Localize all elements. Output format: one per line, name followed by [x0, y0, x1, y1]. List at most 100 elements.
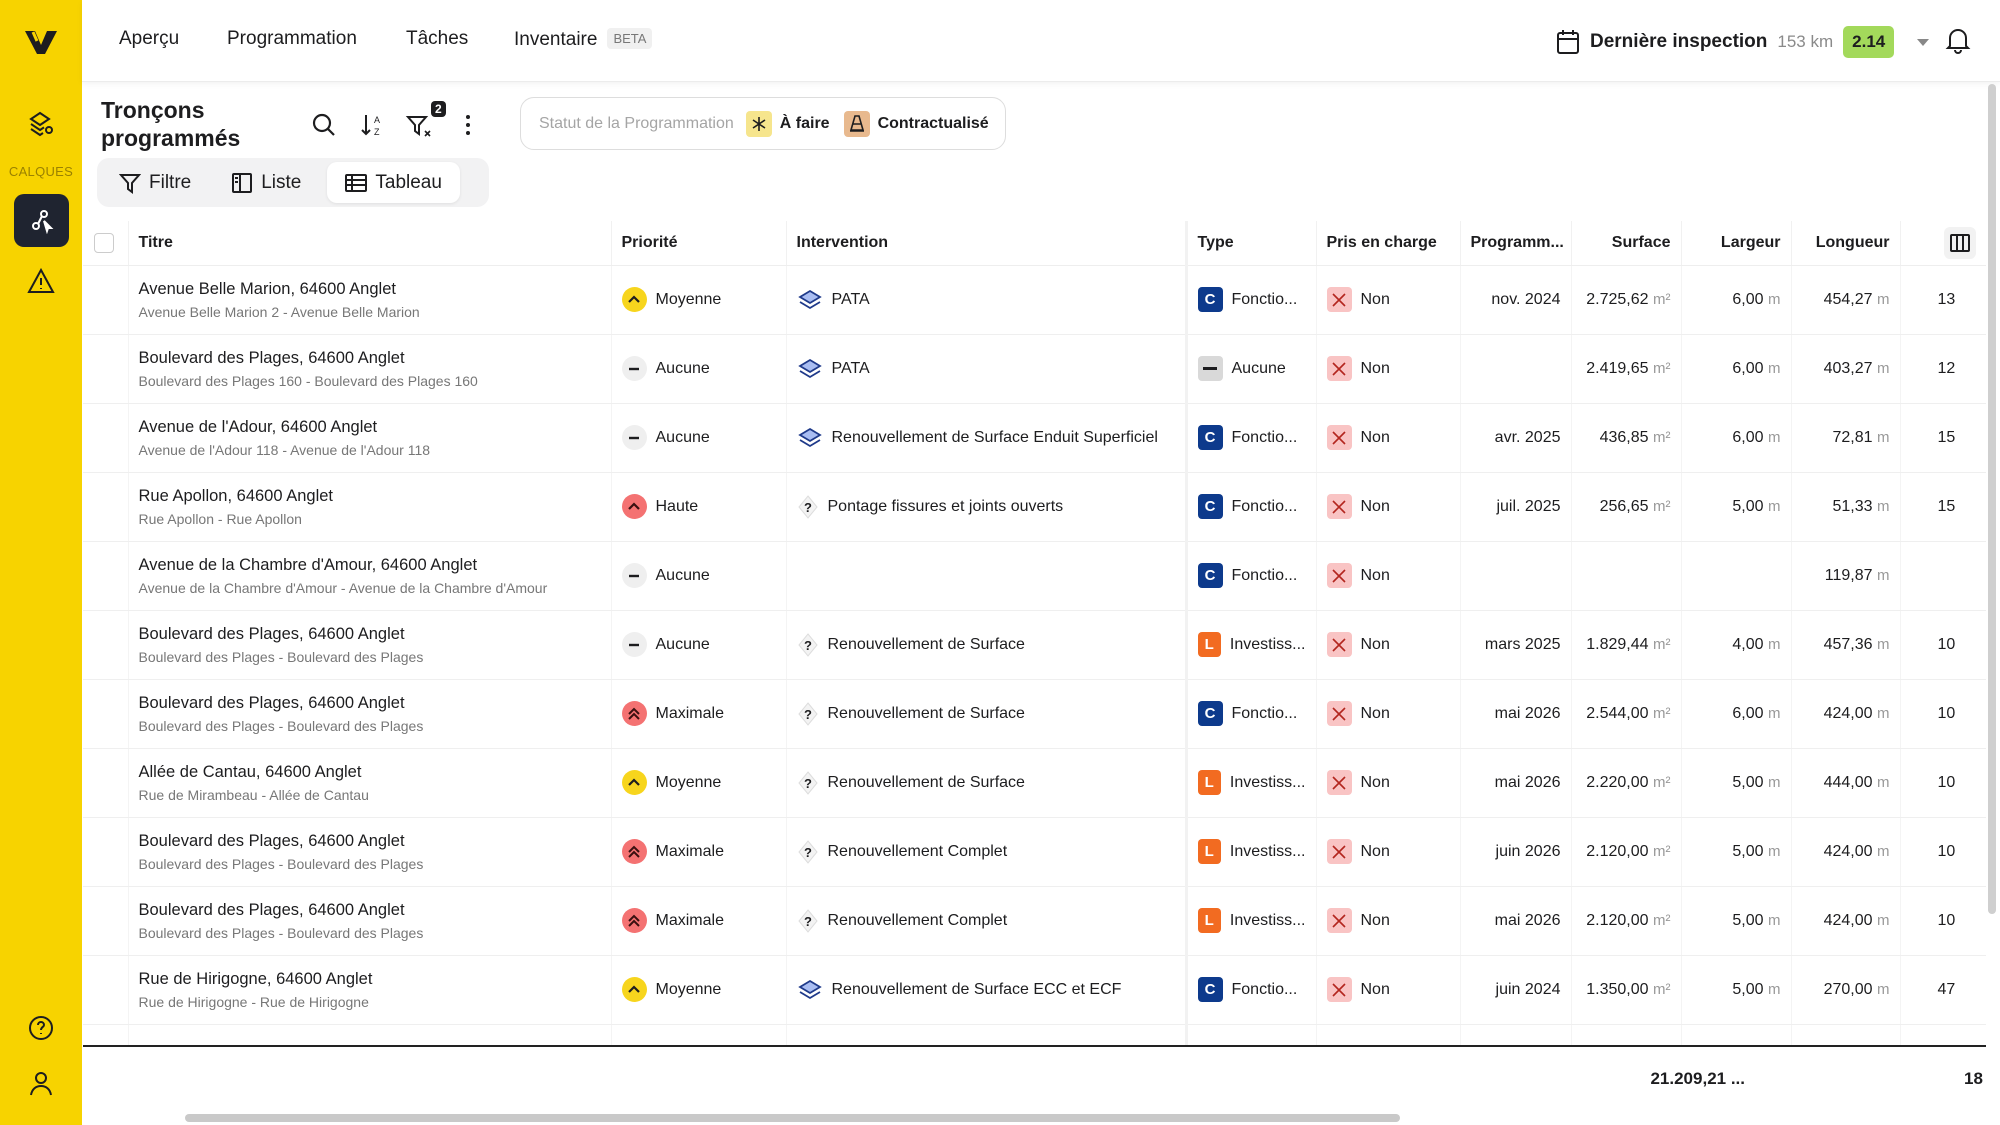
col-pris-en-charge[interactable]: Pris en charge	[1315, 221, 1460, 266]
view-tableau[interactable]: Tableau	[327, 162, 460, 203]
table-row[interactable]: Rue de Quessel, 64600 AngletMaximale L	[83, 1024, 1986, 1046]
row-subtitle: Rue Apollon - Rue Apollon	[138, 510, 302, 527]
view-filtre[interactable]: Filtre	[101, 162, 209, 203]
filter-clear-icon[interactable]: 2	[405, 101, 446, 140]
priority-cell: Aucune	[610, 403, 786, 473]
table-row[interactable]: Avenue Belle Marion, 64600 Anglet Avenue …	[83, 265, 1986, 335]
help-icon[interactable]	[21, 1008, 61, 1048]
status-filter[interactable]: Statut de la Programmation À faire Contr…	[520, 97, 1006, 150]
column-settings-icon[interactable]	[1944, 227, 1976, 259]
caret-down-icon[interactable]	[1912, 36, 1934, 48]
col-longueur[interactable]: Longueur	[1790, 221, 1900, 266]
extra-cell: 15	[1899, 403, 1986, 473]
table-row[interactable]: Boulevard des Plages, 64600 Anglet Boulev…	[83, 679, 1986, 749]
col-programmation[interactable]: Programm...	[1459, 221, 1571, 266]
longueur-value: 72,81	[1832, 428, 1873, 446]
search-icon[interactable]	[309, 110, 339, 140]
nav-apercu[interactable]: Aperçu	[119, 28, 179, 50]
more-options-icon[interactable]	[453, 110, 483, 140]
row-title: Rue de Hirigogne, 64600 Anglet	[138, 969, 373, 988]
row-checkbox-cell[interactable]	[83, 334, 128, 404]
sidebar-item-segments[interactable]	[14, 194, 69, 247]
row-checkbox-cell[interactable]	[83, 679, 128, 749]
row-checkbox-cell[interactable]	[83, 1024, 128, 1046]
priority-label: Aucune	[655, 566, 710, 584]
pris-en-charge-cell: Non	[1315, 886, 1460, 956]
sort-az-icon[interactable]: AZ	[357, 110, 387, 140]
view-liste[interactable]: Liste	[213, 162, 319, 203]
priority-label: Maximale	[655, 704, 724, 722]
type-cell: C Fonctio...	[1184, 955, 1316, 1025]
row-checkbox-cell[interactable]	[83, 886, 128, 956]
col-intervention[interactable]: Intervention	[785, 221, 1186, 266]
largeur-value: 5,00	[1732, 911, 1764, 929]
x-icon	[1326, 770, 1352, 795]
svg-text:?: ?	[804, 845, 812, 860]
type-badge	[1197, 356, 1223, 381]
table-row[interactable]: Avenue de l'Adour, 64600 Anglet Avenue de…	[83, 403, 1986, 473]
row-checkbox-cell[interactable]	[83, 403, 128, 473]
row-checkbox-cell[interactable]	[83, 472, 128, 542]
intervention-label: Renouvellement de Surface Enduit Superfi…	[831, 428, 1158, 446]
pris-en-charge-label: Non	[1360, 842, 1390, 860]
layers-icon	[797, 289, 822, 309]
bell-icon[interactable]	[1945, 26, 1971, 59]
table-row[interactable]: Boulevard des Plages, 64600 Anglet Boulev…	[83, 334, 1986, 404]
table-row[interactable]: Allée de Cantau, 64600 Anglet Rue de Mira…	[83, 748, 1986, 818]
largeur-unit: m	[1768, 428, 1781, 446]
row-checkbox-cell[interactable]	[83, 541, 128, 611]
row-checkbox-cell[interactable]	[83, 955, 128, 1025]
horizontal-scrollbar[interactable]	[185, 1114, 1400, 1122]
col-type[interactable]: Type	[1184, 221, 1316, 266]
row-checkbox-cell[interactable]	[83, 265, 128, 335]
largeur-value: 5,00	[1732, 842, 1764, 860]
logo-icon[interactable]	[21, 22, 61, 62]
nav-inventaire[interactable]: Inventaire BETA	[514, 28, 653, 51]
status-chip-contractualise[interactable]: Contractualisé	[878, 115, 989, 133]
row-checkbox-cell[interactable]	[83, 748, 128, 818]
pris-en-charge-cell: Non	[1315, 679, 1460, 749]
nav-taches[interactable]: Tâches	[406, 28, 468, 50]
priority-cell: Aucune	[610, 334, 786, 404]
table-row[interactable]: Rue Apollon, 64600 Anglet Rue Apollon - R…	[83, 472, 1986, 542]
surface-value: 2.120,00	[1586, 842, 1649, 860]
table-row[interactable]: Boulevard des Plages, 64600 Anglet Boulev…	[83, 610, 1986, 680]
largeur-value: 5,00	[1732, 980, 1764, 998]
layers-settings-icon[interactable]	[21, 104, 61, 144]
table-row[interactable]: Rue de Hirigogne, 64600 Anglet Rue de Hir…	[83, 955, 1986, 1025]
x-icon	[1326, 494, 1352, 519]
status-chip-a-faire[interactable]: À faire	[780, 115, 830, 133]
surface-cell: 1.350,00 m²	[1570, 955, 1681, 1025]
row-subtitle: Boulevard des Plages - Boulevard des Pla…	[138, 924, 424, 941]
svg-text:?: ?	[804, 500, 812, 515]
pris-en-charge-label: Non	[1360, 359, 1390, 377]
col-largeur[interactable]: Largeur	[1680, 221, 1791, 266]
col-priorite[interactable]: Priorité	[610, 221, 786, 266]
extra-cell: 13	[1899, 265, 1986, 335]
surface-unit: m²	[1653, 290, 1671, 308]
type-label: Investiss...	[1229, 842, 1306, 860]
type-cell: C Fonctio...	[1184, 265, 1316, 335]
surface-cell: 2.120,00 m²	[1570, 817, 1681, 887]
longueur-cell: 424,00 m	[1790, 886, 1900, 956]
user-icon[interactable]	[21, 1063, 61, 1103]
double-chevron-up-icon	[621, 701, 647, 726]
vertical-scrollbar[interactable]	[1988, 84, 1996, 914]
largeur-cell: 6,00 m	[1680, 679, 1791, 749]
largeur-cell: 5,00 m	[1680, 748, 1791, 818]
warning-icon[interactable]	[21, 261, 61, 301]
pris-en-charge-label: Non	[1360, 911, 1390, 929]
programmation-cell: mars 2025	[1459, 610, 1571, 680]
row-checkbox-cell[interactable]	[83, 817, 128, 887]
table-row[interactable]: Boulevard des Plages, 64600 Anglet Boulev…	[83, 886, 1986, 956]
select-all-checkbox[interactable]	[83, 221, 128, 266]
table-row[interactable]: Boulevard des Plages, 64600 Anglet Boulev…	[83, 817, 1986, 887]
intervention-cell: PATA	[785, 265, 1186, 335]
table-row[interactable]: Avenue de la Chambre d'Amour, 64600 Angl…	[83, 541, 1986, 611]
largeur-unit: m	[1768, 359, 1781, 377]
nav-programmation[interactable]: Programmation	[227, 28, 357, 50]
row-checkbox-cell[interactable]	[83, 610, 128, 680]
col-titre[interactable]: Titre	[127, 221, 611, 266]
col-surface[interactable]: Surface	[1570, 221, 1681, 266]
inspection-selector[interactable]: Dernière inspection 153 km 2.14	[1556, 26, 1934, 58]
